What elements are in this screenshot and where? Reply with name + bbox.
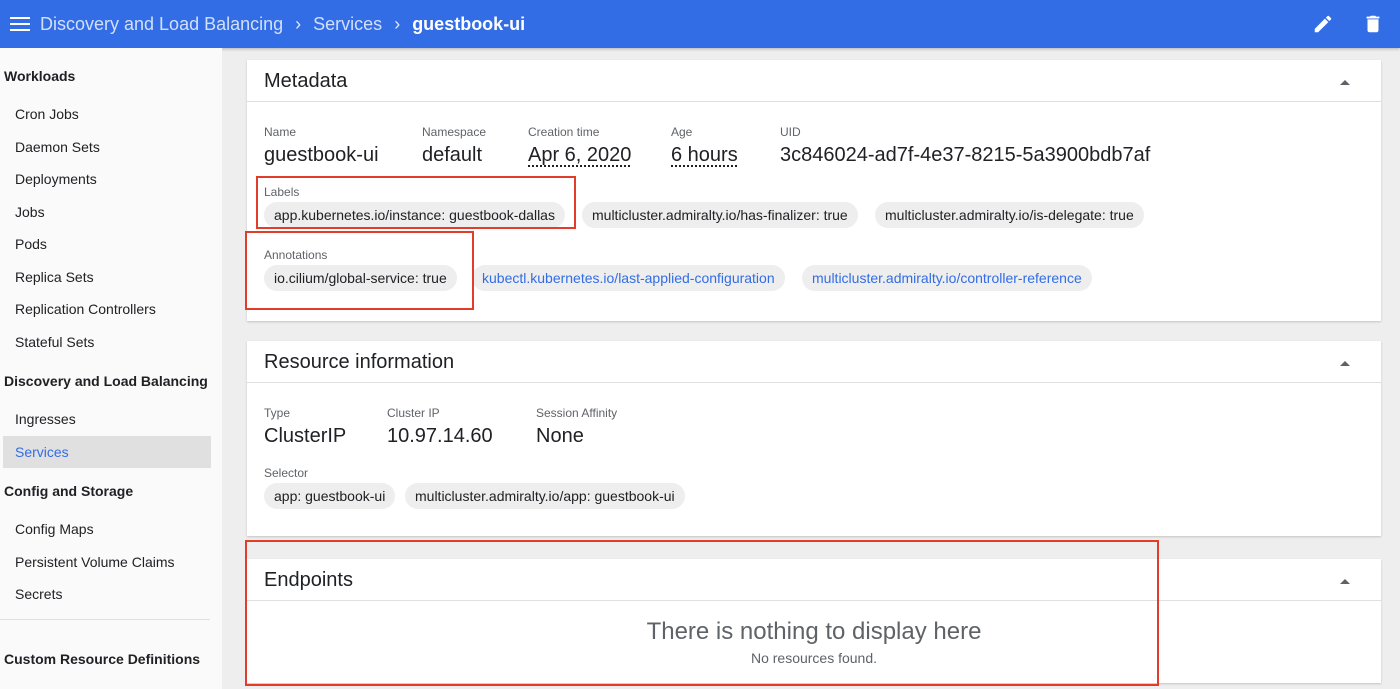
- field-age-label: Age: [671, 125, 693, 139]
- field-namespace: Namespace default: [422, 125, 486, 167]
- sidebar-item-secrets[interactable]: Secrets: [3, 578, 211, 610]
- sidebar-item-stateful-sets[interactable]: Stateful Sets: [3, 326, 211, 358]
- resource-info-title: Resource information: [264, 351, 455, 373]
- breadcrumb: Discovery and Load Balancing › Services …: [40, 14, 525, 35]
- chevron-up-icon[interactable]: [1339, 575, 1351, 587]
- chevron-right-icon: ›: [394, 13, 401, 34]
- field-type: Type ClusterIP: [264, 406, 346, 448]
- field-creation-value: Apr 6, 2020: [528, 144, 632, 166]
- delete-icon[interactable]: [1362, 13, 1384, 35]
- sidebar-item-ingresses[interactable]: Ingresses: [3, 403, 211, 435]
- field-age-value: 6 hours: [671, 144, 738, 166]
- resource-info-header: Resource information: [247, 341, 1381, 383]
- field-uid: UID 3c846024-ad7f-4e37-8215-5a3900bdb7af: [780, 125, 1150, 167]
- chevron-up-icon[interactable]: [1339, 357, 1351, 369]
- sidebar-item-deployments[interactable]: Deployments: [3, 163, 211, 195]
- sidebar-divider: [0, 619, 210, 620]
- sidebar-item-jobs[interactable]: Jobs: [3, 196, 211, 228]
- field-name-value: guestbook-ui: [264, 144, 379, 166]
- endpoints-header: Endpoints: [247, 559, 1381, 601]
- label-chip: multicluster.admiralty.io/is-delegate: t…: [875, 202, 1144, 228]
- annotation-chip-link[interactable]: kubectl.kubernetes.io/last-applied-confi…: [472, 265, 785, 291]
- empty-state-title: There is nothing to display here: [646, 618, 982, 645]
- sidebar-item-replication-controllers[interactable]: Replication Controllers: [3, 293, 211, 325]
- sidebar-item-cron-jobs[interactable]: Cron Jobs: [3, 98, 211, 130]
- field-cluster-ip-value: 10.97.14.60: [387, 425, 493, 447]
- sidebar-item-daemon-sets[interactable]: Daemon Sets: [3, 131, 211, 163]
- sidebar-item-config-maps[interactable]: Config Maps: [3, 513, 211, 545]
- field-cluster-ip: Cluster IP 10.97.14.60: [387, 406, 493, 448]
- menu-icon[interactable]: [0, 0, 40, 48]
- sidebar: Workloads Cron Jobs Daemon Sets Deployme…: [0, 48, 222, 689]
- annotations-heading: Annotations: [264, 248, 328, 262]
- field-namespace-value: default: [422, 144, 483, 166]
- sidebar-item-replica-sets[interactable]: Replica Sets: [3, 261, 211, 293]
- empty-state-subtitle: No resources found.: [750, 650, 878, 666]
- sidebar-group-workloads[interactable]: Workloads: [4, 68, 75, 84]
- metadata-card-header: Metadata: [247, 60, 1381, 102]
- field-age: Age 6 hours: [671, 125, 738, 167]
- field-name: Name guestbook-ui: [264, 125, 379, 167]
- field-namespace-label: Namespace: [422, 125, 487, 139]
- field-type-label: Type: [264, 406, 291, 420]
- sidebar-item-pods[interactable]: Pods: [3, 228, 211, 260]
- field-cluster-ip-label: Cluster IP: [387, 406, 440, 420]
- field-uid-label: UID: [780, 125, 801, 139]
- field-creation-time: Creation time Apr 6, 2020: [528, 125, 631, 167]
- selector-heading: Selector: [264, 466, 309, 480]
- chevron-up-icon[interactable]: [1339, 76, 1351, 88]
- labels-heading: Labels: [264, 185, 300, 199]
- annotation-chip-link[interactable]: multicluster.admiralty.io/controller-ref…: [802, 265, 1092, 291]
- label-chip: app.kubernetes.io/instance: guestbook-da…: [264, 202, 565, 228]
- top-app-bar: Discovery and Load Balancing › Services …: [0, 0, 1400, 48]
- sidebar-group-crd[interactable]: Custom Resource Definitions: [4, 651, 200, 667]
- field-type-value: ClusterIP: [264, 425, 347, 447]
- field-session-affinity-label: Session Affinity: [536, 406, 618, 420]
- field-name-label: Name: [264, 125, 297, 139]
- sidebar-item-pvcs[interactable]: Persistent Volume Claims: [3, 546, 211, 578]
- sidebar-item-services[interactable]: Services: [3, 436, 211, 468]
- metadata-title: Metadata: [264, 70, 348, 92]
- label-chip: multicluster.admiralty.io/has-finalizer:…: [582, 202, 858, 228]
- endpoints-title: Endpoints: [264, 569, 353, 591]
- breadcrumb-services[interactable]: Services: [313, 14, 382, 35]
- selector-chip: app: guestbook-ui: [264, 483, 396, 509]
- edit-icon[interactable]: [1312, 13, 1334, 35]
- field-creation-label: Creation time: [528, 125, 600, 139]
- breadcrumb-discovery[interactable]: Discovery and Load Balancing: [40, 14, 283, 35]
- breadcrumb-current: guestbook-ui: [412, 13, 526, 34]
- selector-chip: multicluster.admiralty.io/app: guestbook…: [405, 483, 685, 509]
- field-session-affinity: Session Affinity None: [536, 406, 617, 448]
- field-uid-value: 3c846024-ad7f-4e37-8215-5a3900bdb7af: [780, 144, 1151, 166]
- sidebar-group-discovery[interactable]: Discovery and Load Balancing: [4, 373, 208, 389]
- resource-info-card: Resource information Type ClusterIP Clus…: [247, 341, 1381, 536]
- metadata-card: Metadata Name guestbook-ui Namespace def…: [247, 60, 1381, 321]
- annotation-chip: io.cilium/global-service: true: [264, 265, 457, 291]
- field-session-affinity-value: None: [536, 425, 584, 447]
- endpoints-card: Endpoints There is nothing to display he…: [247, 559, 1381, 683]
- sidebar-group-config[interactable]: Config and Storage: [4, 483, 133, 499]
- chevron-right-icon: ›: [295, 13, 302, 34]
